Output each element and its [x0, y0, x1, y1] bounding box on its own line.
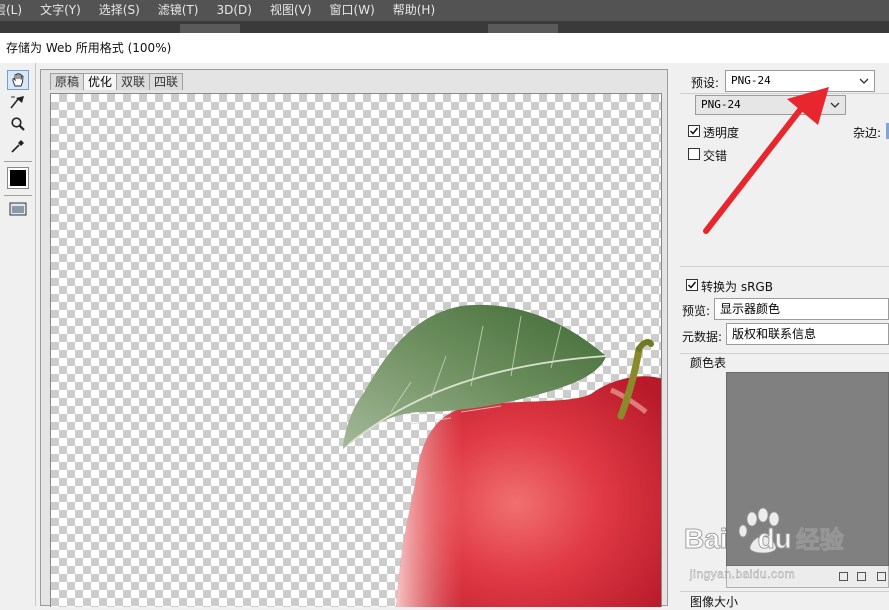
menu-select[interactable]: 选择(S): [90, 0, 149, 21]
color-table-label: 颜色表: [690, 356, 727, 370]
preset-label: 预设:: [691, 76, 720, 90]
toggle-slices-icon[interactable]: [7, 199, 29, 219]
menu-window[interactable]: 窗口(W): [321, 0, 384, 21]
view-tabs: 原稿 优化 双联 四联: [50, 73, 184, 90]
watermark-text: 经验: [795, 527, 844, 555]
tool-divider: [4, 161, 32, 162]
trash-icon[interactable]: [877, 572, 886, 581]
divider: [680, 266, 889, 267]
slice-select-icon[interactable]: [7, 92, 29, 112]
matte-label: 杂边:: [853, 126, 882, 140]
menu-bar: 层(L) 文字(Y) 选择(S) 滤镜(T) 3D(D) 视图(V) 窗口(W)…: [0, 0, 889, 21]
transparency-checkbox[interactable]: [688, 125, 700, 137]
convert-srgb-checkbox[interactable]: [686, 279, 698, 291]
interlaced-checkbox[interactable]: [688, 148, 700, 160]
menu-layer[interactable]: 层(L): [0, 0, 31, 21]
watermark-brand-du: du: [757, 523, 792, 555]
tab-2-up[interactable]: 双联: [116, 73, 151, 90]
convert-srgb-label: 转换为 sRGB: [701, 280, 773, 294]
options-bar: [0, 21, 889, 33]
hand-icon[interactable]: [7, 70, 29, 90]
divider: [680, 93, 889, 94]
divider: [680, 591, 889, 592]
tab-optimized[interactable]: 优化: [83, 73, 118, 90]
preview-select[interactable]: 显示器颜色: [714, 298, 889, 320]
menu-help[interactable]: 帮助(H): [384, 0, 444, 21]
metadata-label: 元数据:: [682, 330, 723, 344]
interlaced-label: 交错: [703, 149, 728, 163]
chevron-down-icon: [830, 102, 840, 108]
image-preview-canvas[interactable]: [50, 93, 662, 607]
tab-4-up[interactable]: 四联: [149, 73, 184, 90]
apple-image: [343, 304, 661, 607]
eyedropper-icon[interactable]: [7, 136, 29, 156]
lock-color-icon[interactable]: [857, 572, 866, 581]
watermark-brand-bai: Bai: [684, 523, 729, 555]
zoom-icon[interactable]: [7, 114, 29, 134]
options-bar-segment: [488, 24, 558, 33]
preview-label: 预览:: [682, 304, 711, 318]
menu-filter[interactable]: 滤镜(T): [149, 0, 208, 21]
menu-3d[interactable]: 3D(D): [207, 0, 260, 21]
watermark-url: jingyan.baidu.com: [690, 567, 796, 581]
menu-view[interactable]: 视图(V): [261, 0, 321, 21]
file-format-select[interactable]: PNG-24: [695, 95, 846, 115]
dialog-title: 存储为 Web 所用格式 (100%): [0, 33, 889, 63]
metadata-select[interactable]: 版权和联系信息: [726, 323, 889, 345]
preset-value: PNG-24: [731, 74, 771, 87]
transparency-label: 透明度: [703, 126, 740, 140]
check-icon: [689, 127, 699, 135]
check-icon: [687, 281, 697, 289]
tool-divider: [4, 195, 32, 196]
tab-original[interactable]: 原稿: [50, 73, 85, 90]
swatch-color: [10, 170, 26, 186]
preview-frame: 原稿 优化 双联 四联: [40, 69, 668, 607]
menu-type[interactable]: 文字(Y): [31, 0, 90, 21]
options-bar-segment: [180, 24, 240, 33]
file-format-value: PNG-24: [701, 98, 741, 111]
image-size-label: 图像大小: [690, 595, 739, 609]
eyedropper-color-swatch[interactable]: [7, 167, 29, 189]
map-color-icon[interactable]: [839, 572, 848, 581]
tool-bar: [0, 63, 36, 606]
watermark-brand: Bai du 经验: [684, 520, 845, 555]
preset-select[interactable]: PNG-24: [725, 70, 875, 92]
chevron-down-icon: [859, 78, 869, 84]
